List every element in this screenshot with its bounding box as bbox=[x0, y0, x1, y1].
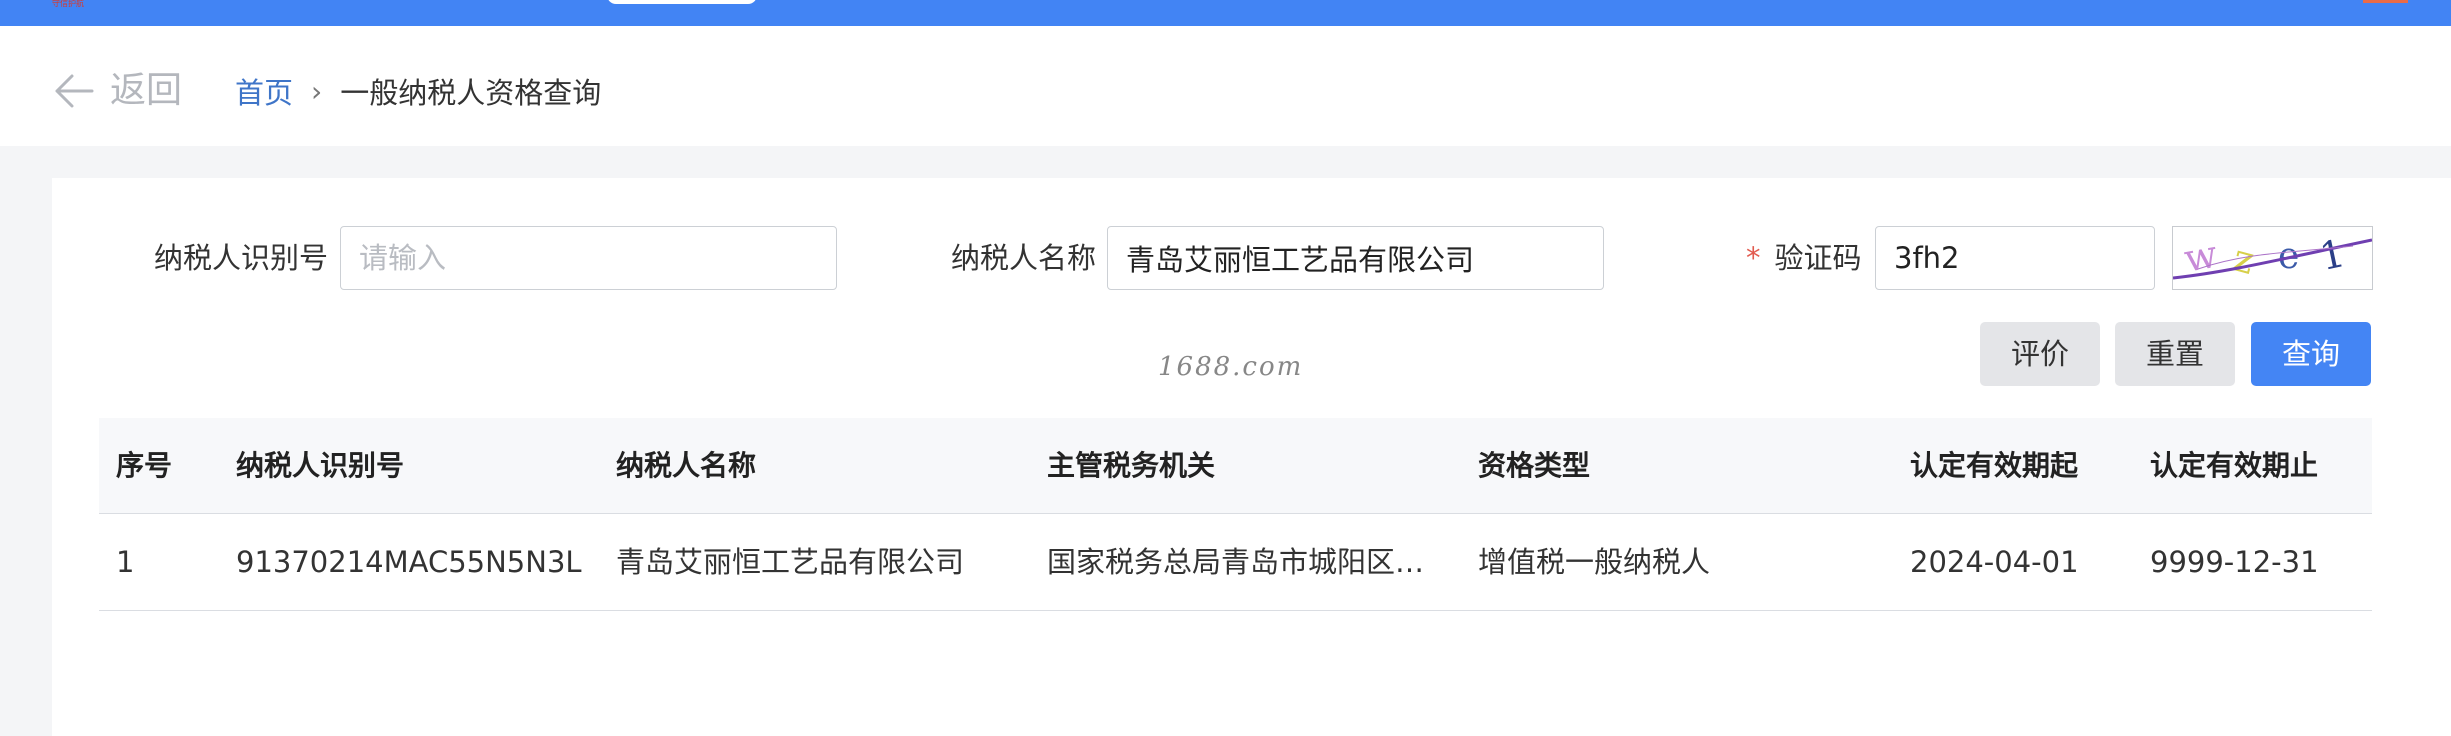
breadcrumb: 首页 › 一般纳税人资格查询 bbox=[235, 68, 601, 114]
query-button[interactable]: 查询 bbox=[2251, 322, 2371, 386]
back-button[interactable]: 返回 bbox=[52, 66, 182, 116]
column-header-valid-from: 认定有效期起 bbox=[1910, 449, 2079, 482]
table-header-row: 序号 纳税人识别号 纳税人名称 主管税务机关 资格类型 认定有效期起 认定有效期… bbox=[99, 418, 2372, 514]
cell-taxpayer-name: 青岛艾丽恒工艺品有限公司 bbox=[616, 545, 965, 579]
back-label: 返回 bbox=[110, 70, 183, 111]
column-header-valid-to: 认定有效期止 bbox=[2150, 449, 2319, 482]
cell-valid-to: 9999-12-31 bbox=[2150, 545, 2319, 579]
svg-text:1: 1 bbox=[2316, 231, 2349, 279]
captcha-input[interactable] bbox=[1875, 226, 2155, 290]
cell-qualification-type: 增值税一般纳税人 bbox=[1478, 545, 1711, 579]
query-card: 纳税人识别号 纳税人名称 *验证码 w z e 1 wze1 评价 重置 查询 … bbox=[52, 178, 2451, 736]
taxpayer-name-input[interactable] bbox=[1107, 226, 1604, 290]
captcha-image[interactable]: w z e 1 wze1 bbox=[2172, 226, 2373, 290]
chevron-right-icon: › bbox=[311, 74, 323, 108]
captcha-graphic: w z e 1 wze1 bbox=[2172, 231, 2373, 283]
required-asterisk: * bbox=[1746, 241, 1761, 275]
top-search-box[interactable] bbox=[607, 0, 757, 4]
results-table: 序号 纳税人识别号 纳税人名称 主管税务机关 资格类型 认定有效期起 认定有效期… bbox=[99, 418, 2372, 611]
cell-taxpayer-id: 91370214MAC55N5N3L bbox=[236, 545, 582, 579]
table-row[interactable]: 1 91370214MAC55N5N3L 青岛艾丽恒工艺品有限公司 国家税务总局… bbox=[99, 514, 2372, 611]
site-logo[interactable]: 守信护航 bbox=[52, 0, 114, 8]
top-navigation-bar: 守信护航 bbox=[0, 0, 2451, 26]
taxpayer-id-input[interactable] bbox=[340, 226, 837, 290]
captcha-label-group: * 验证码 bbox=[1746, 226, 1862, 290]
captcha-label: 验证码 bbox=[1774, 241, 1862, 275]
breadcrumb-home-link[interactable]: 首页 bbox=[235, 70, 293, 112]
arrow-left-icon bbox=[55, 74, 94, 108]
column-header-taxpayer-name: 纳税人名称 bbox=[616, 449, 757, 482]
column-header-qualification-type: 资格类型 bbox=[1478, 449, 1591, 482]
cell-tax-authority: 国家税务总局青岛市城阳区税... bbox=[1047, 545, 1447, 579]
column-header-index: 序号 bbox=[116, 449, 173, 482]
evaluate-button[interactable]: 评价 bbox=[1980, 322, 2100, 386]
reset-button[interactable]: 重置 bbox=[2115, 322, 2235, 386]
taxpayer-id-label: 纳税人识别号 bbox=[154, 241, 329, 275]
column-header-tax-authority: 主管税务机关 bbox=[1047, 449, 1216, 482]
breadcrumb-current-page: 一般纳税人资格查询 bbox=[340, 76, 602, 110]
top-right-button[interactable] bbox=[2363, 0, 2408, 3]
column-header-taxpayer-id: 纳税人识别号 bbox=[236, 449, 405, 482]
page-header: 返回 首页 › 一般纳税人资格查询 bbox=[0, 26, 2451, 146]
taxpayer-name-label: 纳税人名称 bbox=[951, 241, 1097, 275]
cell-valid-from: 2024-04-01 bbox=[1910, 545, 2079, 579]
cell-index: 1 bbox=[116, 545, 135, 579]
site-watermark: 1688.com bbox=[1158, 352, 1304, 382]
